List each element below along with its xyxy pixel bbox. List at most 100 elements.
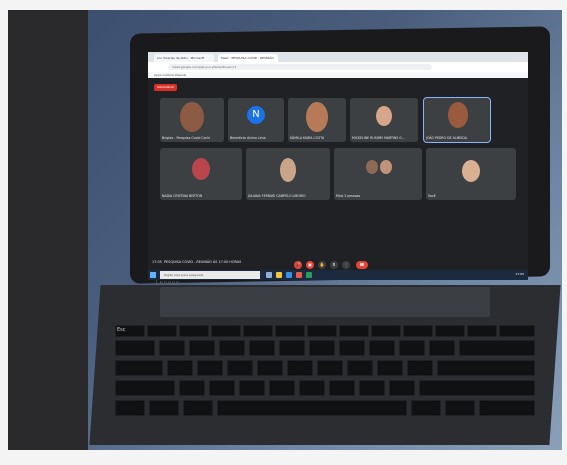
participant-face	[380, 160, 392, 174]
present-button[interactable]: ⬆	[330, 261, 338, 269]
participant-name: KÂMILA KIARA COSTA	[290, 136, 325, 140]
url-field[interactable]: meet.google.com/pgt-ynv-yfw?authuser=1	[168, 64, 432, 70]
participant-tile[interactable]: Você	[426, 148, 516, 200]
participant-tile[interactable]: NADIA CRISTINA BERTON	[160, 148, 242, 200]
taskbar-clock: 17:05	[515, 272, 524, 276]
keyboard-key	[437, 360, 535, 376]
keyboard-key	[307, 325, 337, 337]
more-options-button[interactable]: ⋮	[342, 261, 350, 269]
keyboard-key	[257, 360, 283, 376]
participant-face	[306, 102, 328, 132]
recording-badge: GRAVANDO	[154, 84, 177, 91]
participant-face	[462, 160, 480, 182]
participant-tile[interactable]: MICKELINE RUSHBY MARTINS G...	[350, 98, 418, 142]
keyboard-key	[211, 325, 241, 337]
address-bar: meet.google.com/pgt-ynv-yfw?authuser=1	[148, 62, 528, 72]
participant-name: Mais 3 pessoas	[336, 194, 361, 198]
browser-tabbar: Loc Vicerias de Atitu - Microsoft Meet -…	[148, 52, 528, 62]
hand-icon[interactable]: ✋	[318, 261, 326, 269]
keyboard-key	[299, 380, 325, 396]
meeting-footer: 17:05 PESQUISA COVID - REUNIÃO ÀS 17:00 …	[148, 258, 528, 270]
app-icon[interactable]	[306, 272, 312, 278]
participant-name: MICKELINE RUSHBY MARTINS G...	[352, 136, 405, 140]
avatar: N	[247, 106, 265, 124]
participant-tile[interactable]: KÂMILA KIARA COSTA	[288, 98, 346, 142]
keyboard-key	[435, 325, 465, 337]
keyboard-key	[209, 380, 235, 396]
browser-tab-2[interactable]: Meet - PESQUISA COVID - REUNIÃO	[218, 54, 278, 62]
keyboard-key	[467, 325, 497, 337]
keyboard-key	[429, 340, 455, 356]
windows-taskbar: Digite aqui para pesquisar 17:05	[148, 270, 528, 280]
participant-name: JULIANA FERRARI CAMPELO LIBORIO	[248, 194, 306, 198]
keyboard-key	[371, 325, 401, 337]
keyboard-key	[411, 400, 441, 416]
keyboard-spacebar	[217, 400, 407, 416]
keyboard-key	[179, 380, 205, 396]
browser-tab-1[interactable]: Loc Vicerias de Atitu - Microsoft	[154, 54, 214, 62]
keyboard-key	[359, 380, 385, 396]
keyboard-key	[309, 340, 335, 356]
keyboard-key	[227, 360, 253, 376]
keyboard-key	[197, 360, 223, 376]
participant-tile[interactable]: JULIANA FERRARI CAMPELO LIBORIO	[246, 148, 330, 200]
taskbar-search-input[interactable]: Digite aqui para pesquisar	[160, 271, 260, 279]
keyboard-key	[407, 360, 433, 376]
camera-off-button[interactable]: ▣	[306, 261, 314, 269]
laptop-keyboard: Esc	[105, 320, 545, 440]
keyboard-key	[167, 360, 193, 376]
keyboard-key	[339, 340, 365, 356]
keyboard-key	[389, 380, 415, 396]
windows-start-icon[interactable]	[150, 272, 156, 278]
laptop-hinge	[160, 287, 490, 317]
keyboard-key	[403, 325, 433, 337]
keyboard-key	[399, 340, 425, 356]
keyboard-key	[369, 340, 395, 356]
keyboard-key	[347, 360, 373, 376]
keyboard-key	[243, 325, 273, 337]
keyboard-key	[419, 380, 535, 396]
keyboard-key	[377, 360, 403, 376]
edge-icon[interactable]	[286, 272, 292, 278]
meeting-title: PESQUISA COVID - REUNIÃO ÀS 17:00 HORAS	[164, 260, 242, 264]
keyboard-key	[219, 340, 245, 356]
keyboard-key	[147, 325, 177, 337]
mic-off-button[interactable]: 🎤	[294, 261, 302, 269]
keyboard-key	[499, 325, 535, 337]
file-explorer-icon[interactable]	[276, 272, 282, 278]
participant-name: Você	[428, 194, 436, 198]
keyboard-key	[115, 400, 145, 416]
keyboard-key	[339, 325, 369, 337]
participant-face	[280, 158, 296, 182]
keyboard-key	[479, 400, 535, 416]
laptop-screen: Loc Vicerias de Atitu - Microsoft Meet -…	[148, 52, 528, 280]
keyboard-key	[287, 360, 313, 376]
keyboard-key	[159, 340, 185, 356]
participant-name: Brigida - Pesquisa Covid Cariri	[162, 136, 210, 140]
keyboard-key	[183, 400, 213, 416]
participant-name: Benedicta Alvino Lima	[230, 136, 266, 140]
participant-name: NADIA CRISTINA BERTON	[162, 194, 203, 198]
participant-name: JOÃO PEDRO DE ALMEIDA	[426, 136, 467, 140]
chrome-icon[interactable]	[296, 272, 302, 278]
participant-tile[interactable]: Mais 3 pessoas	[334, 148, 422, 200]
participant-tile[interactable]: N Benedicta Alvino Lima	[228, 98, 284, 142]
participant-tile[interactable]: Brigida - Pesquisa Covid Cariri	[160, 98, 224, 142]
keyboard-key	[115, 380, 175, 396]
keyboard-key	[279, 340, 305, 356]
taskview-icon[interactable]	[266, 272, 272, 278]
keyboard-key	[317, 360, 343, 376]
keyboard-key	[329, 380, 355, 396]
meeting-time: 17:05	[152, 260, 162, 264]
keyboard-key	[269, 380, 295, 396]
participant-face	[376, 106, 392, 126]
photo: Loc Vicerias de Atitu - Microsoft Meet -…	[0, 0, 567, 465]
tab-1-title: Loc Vicerias de Atitu - Microsoft	[157, 56, 205, 60]
keyboard-key	[459, 340, 535, 356]
participant-face	[192, 158, 210, 180]
participant-tile-active[interactable]: JOÃO PEDRO DE ALMEIDA	[423, 97, 491, 143]
keyboard-key	[179, 325, 209, 337]
keyboard-key	[275, 325, 305, 337]
participant-face	[366, 160, 378, 174]
end-call-button[interactable]: ☎	[356, 261, 368, 269]
